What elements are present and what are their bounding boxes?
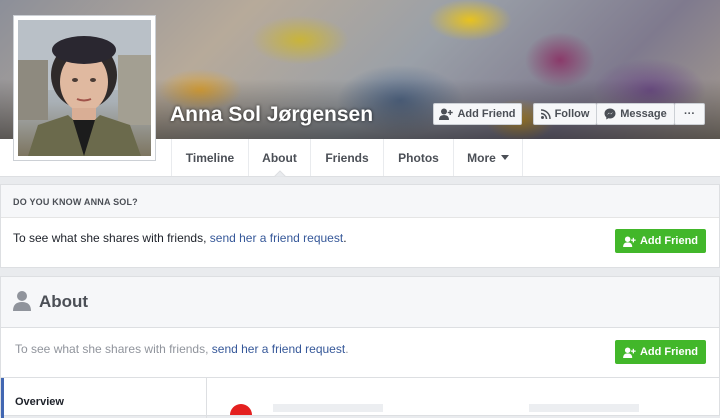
tab-timeline-label: Timeline [185, 150, 235, 165]
messenger-icon [604, 108, 616, 120]
person-icon [13, 291, 31, 311]
tab-photos[interactable]: Photos [383, 139, 453, 176]
friend-request-card: DO YOU KNOW ANNA SOL? To see what she sh… [0, 184, 720, 268]
card-heading: DO YOU KNOW ANNA SOL? [13, 197, 138, 207]
tab-friends-label: Friends [325, 150, 369, 165]
send-friend-request-link[interactable]: send her a friend request [210, 231, 343, 245]
profile-picture-frame[interactable] [13, 15, 156, 161]
tab-about[interactable]: About [248, 139, 310, 177]
tab-photos-label: Photos [398, 150, 439, 165]
profile-name[interactable]: Anna Sol Jørgensen [170, 103, 373, 127]
rss-icon [540, 109, 551, 119]
tab-about-label: About [262, 150, 297, 165]
about-text: To see what she shares with friends, sen… [15, 342, 349, 356]
about-header: About [1, 277, 719, 328]
add-friend-icon [623, 346, 636, 358]
card-add-friend-label: Add Friend [639, 235, 699, 247]
overview-line-placeholder-2 [529, 404, 639, 412]
card-header: DO YOU KNOW ANNA SOL? [1, 185, 719, 218]
active-tab-indicator [274, 170, 286, 177]
message-button[interactable]: Message [596, 103, 675, 125]
sidebar-item-overview[interactable]: Overview [15, 396, 64, 408]
card-add-friend-button[interactable]: Add Friend [615, 229, 706, 253]
card-text-end: . [343, 231, 347, 245]
add-friend-button[interactable]: Add Friend [433, 103, 522, 125]
tab-more-label: More [467, 150, 496, 165]
profile-picture[interactable] [18, 20, 151, 156]
sidebar-divider [206, 378, 207, 418]
tab-friends[interactable]: Friends [310, 139, 383, 176]
about-send-friend-request-link[interactable]: send her a friend request [212, 342, 345, 356]
add-friend-label: Add Friend [457, 108, 516, 120]
tab-more[interactable]: More [453, 139, 523, 176]
about-text-end: . [345, 342, 349, 356]
caret-down-icon [500, 155, 509, 160]
add-friend-icon [439, 108, 454, 120]
overview-line-placeholder [273, 404, 383, 412]
more-options-label: ··· [684, 108, 695, 120]
about-add-friend-label: Add Friend [639, 346, 699, 358]
follow-button[interactable]: Follow [533, 103, 597, 125]
message-label: Message [620, 108, 667, 120]
follow-label: Follow [554, 108, 590, 120]
tab-timeline[interactable]: Timeline [171, 139, 248, 176]
more-options-button[interactable]: ··· [674, 103, 705, 125]
sidebar-active-indicator [1, 378, 4, 418]
add-friend-icon [623, 235, 636, 247]
about-add-friend-button[interactable]: Add Friend [615, 340, 706, 364]
about-card: About To see what she shares with friend… [0, 276, 720, 418]
card-text-prefix: To see what she shares with friends, [13, 231, 210, 245]
card-text: To see what she shares with friends, sen… [13, 231, 347, 245]
about-text-prefix: To see what she shares with friends, [15, 342, 212, 356]
about-title: About [39, 292, 89, 311]
divider [1, 377, 719, 378]
